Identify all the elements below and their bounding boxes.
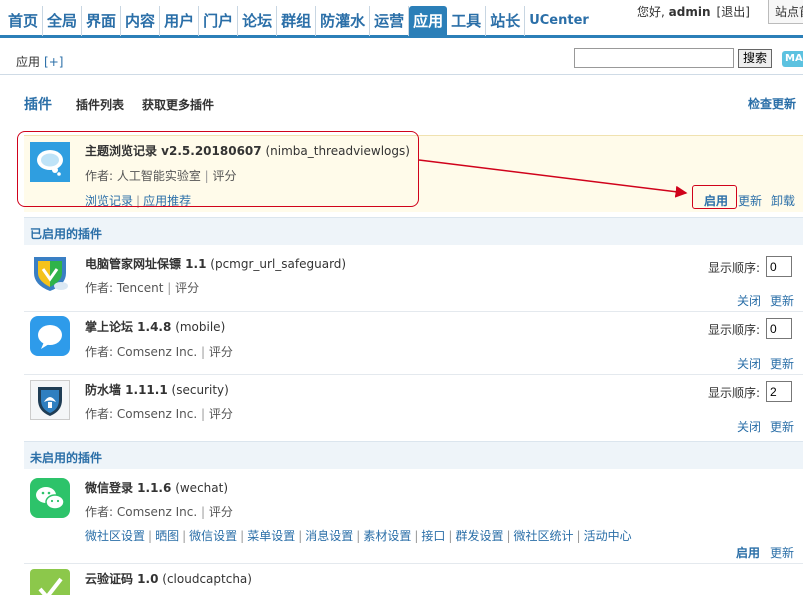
- update-button[interactable]: 更新: [770, 292, 794, 309]
- order-label: 显示顺序:: [708, 323, 761, 337]
- plugin-name: 微信登录 1.1.6 (wechat): [85, 481, 229, 495]
- update-button[interactable]: 更新: [770, 418, 794, 435]
- enabled-section-header: 已启用的插件: [24, 217, 803, 245]
- row-divider: [24, 311, 803, 312]
- message-settings-link[interactable]: 消息设置: [305, 529, 353, 543]
- plugin-author: 作者: Comsenz Inc. | 评分: [85, 505, 233, 519]
- order-label: 显示顺序:: [708, 261, 761, 275]
- update-button[interactable]: 更新: [770, 544, 794, 561]
- shield-icon: [30, 253, 70, 293]
- order-input[interactable]: [766, 318, 792, 339]
- rate-link[interactable]: 评分: [209, 407, 233, 421]
- rate-link[interactable]: 评分: [209, 345, 233, 359]
- micro-community-settings-link[interactable]: 微社区设置: [85, 529, 145, 543]
- micro-community-stats-link[interactable]: 微社区统计: [514, 529, 574, 543]
- plugin-name: 掌上论坛 1.4.8 (mobile): [85, 320, 226, 334]
- wechat-settings-link[interactable]: 微信设置: [189, 529, 237, 543]
- plugin-author: 作者: Comsenz Inc. | 评分: [85, 345, 233, 359]
- close-button[interactable]: 关闭: [737, 418, 761, 435]
- order-label: 显示顺序:: [708, 386, 761, 400]
- plugin-name: 电脑管家网址保镖 1.1 (pcmgr_url_safeguard): [85, 257, 347, 271]
- plugin-author: 作者: Comsenz Inc. | 评分: [85, 407, 233, 421]
- rate-link[interactable]: 评分: [209, 505, 233, 519]
- wechat-icon: [30, 478, 70, 518]
- menu-settings-link[interactable]: 菜单设置: [247, 529, 295, 543]
- chat-bubble-icon: [30, 316, 70, 356]
- enable-button[interactable]: 启用: [736, 544, 760, 561]
- row-divider: [24, 374, 803, 375]
- order-input[interactable]: [766, 381, 792, 402]
- rate-link[interactable]: 评分: [175, 281, 199, 295]
- plugin-name: 云验证码 1.0 (cloudcaptcha): [85, 572, 252, 586]
- material-settings-link[interactable]: 素材设置: [363, 529, 411, 543]
- mass-send-settings-link[interactable]: 群发设置: [455, 529, 503, 543]
- photo-share-link[interactable]: 晒图: [155, 529, 179, 543]
- api-link[interactable]: 接口: [421, 529, 445, 543]
- activity-center-link[interactable]: 活动中心: [584, 529, 632, 543]
- plugin-name: 防水墙 1.11.1 (security): [85, 383, 229, 397]
- row-divider: [24, 563, 803, 564]
- plugin-author: 作者: Tencent | 评分: [85, 281, 200, 295]
- close-button[interactable]: 关闭: [737, 292, 761, 309]
- security-shield-icon: [30, 380, 70, 420]
- update-button[interactable]: 更新: [770, 355, 794, 372]
- order-input[interactable]: [766, 256, 792, 277]
- close-button[interactable]: 关闭: [737, 355, 761, 372]
- disabled-section-header: 未启用的插件: [24, 441, 803, 469]
- captcha-icon: [30, 569, 70, 595]
- plugin-links: 微社区设置 | 晒图 | 微信设置 | 菜单设置 | 消息设置 | 素材设置 | 接口 | 群发设置 | 微社区…: [85, 529, 632, 543]
